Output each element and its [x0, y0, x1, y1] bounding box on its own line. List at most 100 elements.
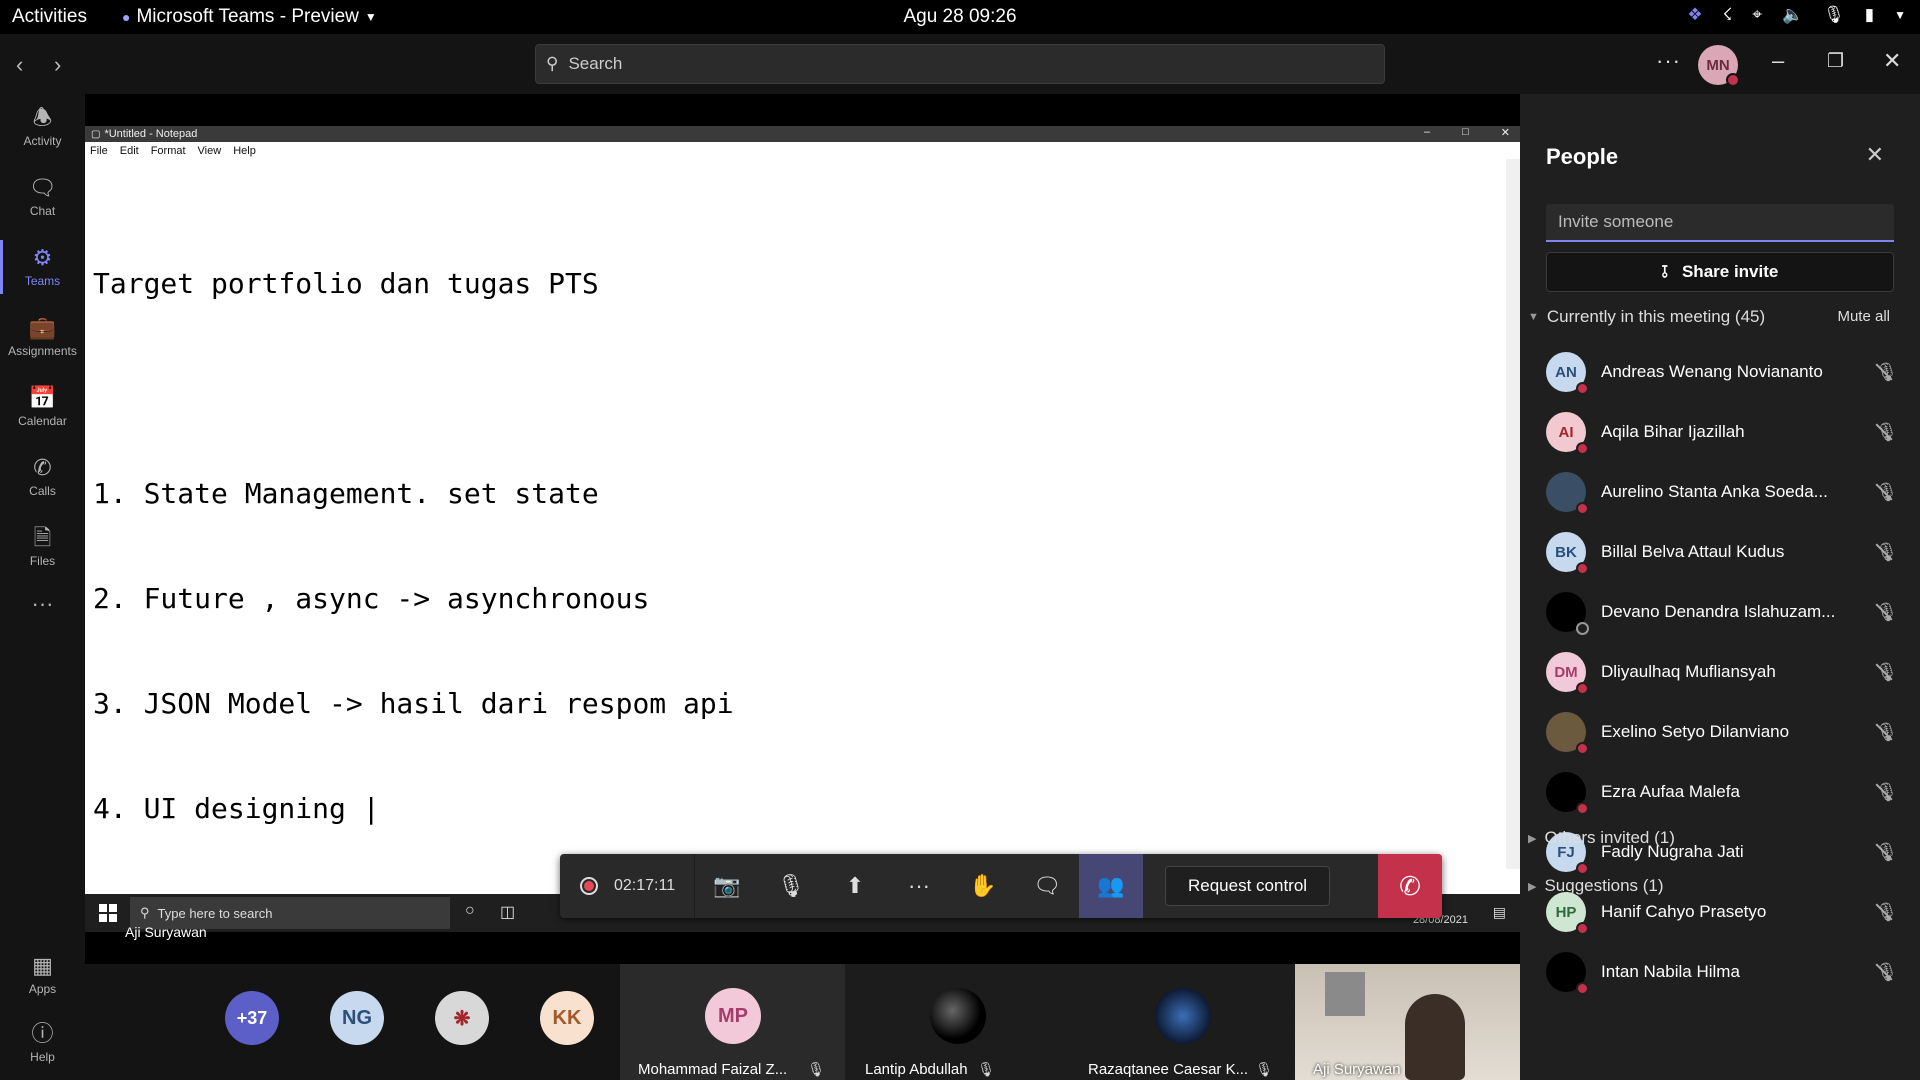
participant-row[interactable]: DM Dliyaulhaq Mufliansyah 🎙	[1546, 647, 1906, 697]
app-menu[interactable]: ● Microsoft Teams - Preview ▼	[122, 6, 377, 28]
participant-name: Exelino Setyo Dilanviano	[1601, 722, 1790, 741]
apps-icon: ▦	[32, 953, 53, 978]
people-icon: 👥	[1097, 873, 1125, 898]
notepad-menu-bar: File Edit Format View Help	[85, 142, 1520, 159]
share-invite-label: Share invite	[1681, 262, 1779, 281]
search-box[interactable]: ⚲ Search	[535, 44, 1385, 84]
participants-button[interactable]: 👥	[1079, 854, 1143, 918]
participant-row[interactable]: Devano Denandra Islahuzam... 🎙	[1546, 587, 1906, 637]
participant-row[interactable]: BK Billal Belva Attaul Kudus 🎙	[1546, 527, 1906, 577]
camera-off-button[interactable]: 📷	[695, 854, 759, 918]
participant-row[interactable]: Intan Nabila Hilma 🎙	[1546, 947, 1906, 997]
participant-row[interactable]: Aurelino Stanta Anka Soeda... 🎙	[1546, 467, 1906, 517]
participant-name: Lantip Abdullah	[865, 1061, 968, 1078]
more-options-icon[interactable]: ···	[1656, 48, 1681, 74]
rail-item-assignments[interactable]: 💼 Assignments	[0, 304, 85, 370]
chevron-down-icon: ▼	[1528, 311, 1539, 323]
chat-icon: 🗨	[28, 175, 57, 200]
rail-item-files[interactable]: 🗎 Files	[0, 514, 85, 580]
share-screen-icon: ⬆	[845, 873, 865, 898]
activities-button[interactable]: Activities	[12, 6, 87, 28]
back-arrow-icon[interactable]: ‹	[16, 52, 23, 78]
participant-row[interactable]: AI Aqila Bihar Ijazillah 🎙	[1546, 407, 1906, 457]
avatar-image	[930, 988, 986, 1044]
close-window-icon[interactable]: ✕	[1883, 48, 1901, 74]
participant-row[interactable]: Ezra Aufaa Malefa 🎙	[1546, 767, 1906, 817]
mic-off-icon[interactable]: 🎙	[1875, 422, 1898, 443]
forward-arrow-icon[interactable]: ›	[54, 52, 61, 78]
rail-item-activity[interactable]: 🕭 Activity	[0, 94, 85, 160]
mic-off-icon[interactable]: 🎙	[1875, 362, 1898, 383]
participant-name: Hanif Cahyo Prasetyo	[1601, 902, 1767, 921]
mic-off-icon[interactable]: 🎙	[1875, 842, 1898, 863]
invite-input[interactable]	[1546, 204, 1894, 242]
share-screen-button[interactable]: ⬆	[823, 854, 887, 918]
hang-up-button[interactable]: ✆	[1378, 854, 1442, 918]
chat-button[interactable]: 🗨	[1015, 854, 1079, 918]
mic-off-icon[interactable]: 🎙	[1875, 962, 1898, 983]
bell-icon: 🕭	[32, 105, 53, 130]
minimize-icon[interactable]: –	[1772, 48, 1784, 74]
participant-video-tile[interactable]: Aji Suryawan	[1295, 964, 1520, 1080]
rail-item-chat[interactable]: 🗨 Chat	[0, 164, 85, 230]
presence-busy-icon	[1576, 502, 1589, 515]
in-meeting-section-header[interactable]: ▼ Currently in this meeting (45)	[1528, 307, 1765, 327]
call-timer: 02:17:11	[614, 877, 676, 894]
mic-off-icon[interactable]: 🎙	[1875, 722, 1898, 743]
participant-tile[interactable]: Razaqtanee Caesar K... 🎙	[1070, 964, 1295, 1080]
rail-item-help[interactable]: ⓘ Help	[0, 1010, 85, 1076]
participant-avatar[interactable]: KK	[540, 964, 600, 1080]
search-icon: ⚲	[546, 54, 559, 73]
suggestions-label: Suggestions (1)	[1544, 876, 1664, 895]
help-icon: ⓘ	[31, 1021, 54, 1046]
minimize-icon: –	[1424, 126, 1431, 138]
close-icon[interactable]: ✕	[1866, 142, 1884, 168]
participant-tile[interactable]: MP Mohammad Faizal Z... 🎙	[620, 964, 845, 1080]
presenter-name: Aji Suryawan	[125, 924, 207, 940]
recording-icon	[580, 877, 598, 895]
participant-avatar[interactable]: NG	[330, 964, 390, 1080]
accessibility-icon[interactable]: ☇	[1723, 5, 1733, 25]
overflow-participants[interactable]: +37	[225, 964, 305, 1080]
avatar-initials: BK	[1555, 543, 1577, 561]
rail-item-calendar[interactable]: 📅 Calendar	[0, 374, 85, 440]
mic-off-icon[interactable]: 🎙	[1875, 782, 1898, 803]
rail-more-button[interactable]: ···	[0, 584, 85, 624]
suggestions-section-header[interactable]: ▶ Suggestions (1)	[1528, 876, 1664, 896]
others-invited-section-header[interactable]: ▶ Others invited (1)	[1528, 828, 1675, 848]
teams-tray-icon[interactable]: ❖	[1687, 5, 1702, 25]
more-actions-button[interactable]: ···	[887, 854, 951, 918]
mute-all-button[interactable]: Mute all	[1837, 308, 1890, 325]
rail-item-calls[interactable]: ✆ Calls	[0, 444, 85, 510]
share-invite-button[interactable]: ⫱ Share invite	[1546, 252, 1894, 292]
mic-off-button[interactable]: 🎙	[759, 854, 823, 918]
system-tray[interactable]: ❖ ☇ ⌖ 🔈 🎙 ▮ ▼	[1687, 5, 1906, 25]
presence-busy-icon	[1576, 862, 1589, 875]
mic-off-icon[interactable]: 🎙	[1875, 542, 1898, 563]
participant-name: Billal Belva Attaul Kudus	[1601, 542, 1785, 561]
request-control-button[interactable]: Request control	[1165, 866, 1331, 906]
presence-busy-icon	[1576, 922, 1589, 935]
rail-item-label: Chat	[29, 204, 56, 218]
chat-icon: 🗨	[1033, 873, 1061, 898]
presence-busy-icon	[1576, 562, 1589, 575]
mic-off-icon[interactable]: 🎙	[1875, 662, 1898, 683]
mic-off-icon[interactable]: 🎙	[1875, 902, 1898, 923]
notification-icon: ▤	[1492, 904, 1506, 920]
chevron-down-icon[interactable]: ▼	[1894, 8, 1906, 22]
windows-logo-icon	[99, 904, 117, 922]
rail-item-apps[interactable]: ▦ Apps	[0, 942, 85, 1008]
raise-hand-button[interactable]: ✋	[951, 854, 1015, 918]
mic-off-icon[interactable]: 🎙	[1875, 482, 1898, 503]
restore-icon[interactable]: ❐	[1827, 50, 1844, 73]
panel-title: People	[1546, 144, 1619, 169]
participant-name: Aurelino Stanta Anka Soeda...	[1601, 482, 1828, 501]
participant-row[interactable]: Exelino Setyo Dilanviano 🎙	[1546, 707, 1906, 757]
profile-avatar[interactable]: MN	[1698, 45, 1740, 87]
presence-offline-icon	[1576, 622, 1589, 635]
mic-off-icon[interactable]: 🎙	[1875, 602, 1898, 623]
participant-row[interactable]: AN Andreas Wenang Noviananto 🎙	[1546, 347, 1906, 397]
participant-tile[interactable]: Lantip Abdullah 🎙	[845, 964, 1070, 1080]
participant-avatar[interactable]: ❋	[435, 964, 495, 1080]
rail-item-teams[interactable]: ⚙ Teams	[0, 234, 85, 300]
